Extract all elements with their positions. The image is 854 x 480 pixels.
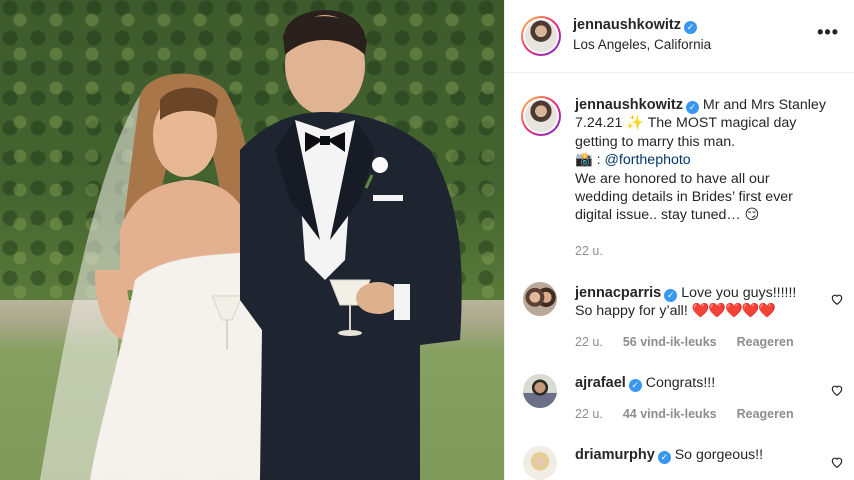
- hearts-emoji: ❤️❤️❤️❤️❤️: [691, 303, 776, 320]
- more-options-icon[interactable]: •••: [817, 23, 839, 41]
- caption-line: 7.24.21 ✨ The MOST magical day: [575, 115, 797, 132]
- caption-line: 📸 :: [575, 152, 601, 169]
- caption-line: We are honored to have all our: [575, 170, 770, 187]
- header-username[interactable]: jennaushkowitz: [573, 17, 681, 33]
- header-user: jennaushkowitz ✓: [573, 16, 697, 34]
- comment-meta: 22 u. 56 vind-ik-leuks Reageren: [575, 335, 794, 349]
- heart-icon[interactable]: [830, 383, 844, 397]
- comment-text: So gorgeous!!: [674, 447, 764, 463]
- post-photo[interactable]: [0, 0, 504, 480]
- comment-text: So happy for y’all!: [575, 303, 688, 320]
- commenter-avatar[interactable]: [523, 282, 557, 316]
- comment: jennacparris ✓ Love you guys!!!!!! So hap…: [575, 284, 827, 321]
- reply-button[interactable]: Reageren: [737, 335, 794, 349]
- caption-time[interactable]: 22 u.: [575, 244, 603, 258]
- caption-username[interactable]: jennaushkowitz: [575, 97, 683, 113]
- comment-username[interactable]: jennacparris: [575, 285, 661, 301]
- post-location[interactable]: Los Angeles, California: [573, 37, 711, 52]
- caption-line: digital issue.. stay tuned… 😏: [575, 207, 760, 224]
- avatar[interactable]: [521, 16, 561, 56]
- commenter-avatar[interactable]: [523, 374, 557, 408]
- caption-line: Mr and Mrs Stanley: [702, 97, 826, 113]
- verified-badge-icon: ✓: [657, 451, 671, 464]
- comment-time[interactable]: 22 u.: [575, 335, 603, 349]
- caption-line: getting to marry this man.: [575, 133, 736, 150]
- comment-text: Congrats!!!: [645, 375, 716, 391]
- reply-button[interactable]: Reageren: [737, 407, 794, 421]
- heart-icon[interactable]: [830, 292, 844, 306]
- comment-username[interactable]: ajrafael: [575, 375, 626, 391]
- comment-meta: 22 u. 44 vind-ik-leuks Reageren: [575, 407, 794, 421]
- mention-link[interactable]: @forthephoto: [605, 152, 691, 168]
- verified-badge-icon: ✓: [685, 101, 699, 114]
- heart-icon[interactable]: [830, 455, 844, 469]
- commenter-avatar[interactable]: [523, 446, 557, 480]
- comment: driamurphy ✓ So gorgeous!!: [575, 446, 827, 464]
- verified-badge-icon: ✓: [628, 379, 642, 392]
- comment-text: Love you guys!!!!!!: [681, 285, 797, 301]
- comment-time[interactable]: 22 u.: [575, 407, 603, 421]
- couple-illustration: [40, 10, 462, 480]
- post-caption: jennaushkowitz ✓ Mr and Mrs Stanley 7.24.…: [575, 96, 837, 225]
- post-details-panel: jennaushkowitz ✓ Los Angeles, California …: [504, 0, 854, 480]
- caption-avatar[interactable]: [521, 96, 561, 136]
- comment-username[interactable]: driamurphy: [575, 447, 655, 463]
- comment: ajrafael ✓ Congrats!!!: [575, 374, 827, 392]
- post-header: jennaushkowitz ✓ Los Angeles, California …: [505, 0, 854, 73]
- verified-badge-icon: ✓: [683, 21, 697, 34]
- comment-likes[interactable]: 56 vind-ik-leuks: [623, 335, 717, 349]
- comment-likes[interactable]: 44 vind-ik-leuks: [623, 407, 717, 421]
- verified-badge-icon: ✓: [664, 289, 678, 302]
- caption-line: wedding details in Brides’ first ever: [575, 189, 793, 206]
